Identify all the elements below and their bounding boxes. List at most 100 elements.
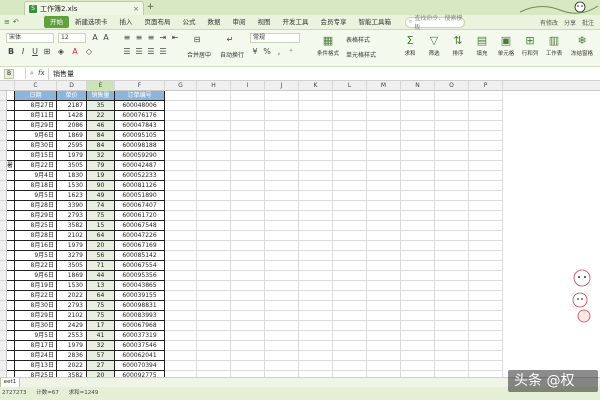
grid-cell[interactable] xyxy=(401,171,435,181)
cell-order[interactable]: 600067554 xyxy=(115,261,165,271)
row-header[interactable] xyxy=(0,351,7,361)
cell-order[interactable]: 600098188 xyxy=(115,141,165,151)
menu-item[interactable]: 插入 xyxy=(114,16,139,28)
grid-cell[interactable] xyxy=(165,331,197,341)
bold-icon[interactable]: B xyxy=(6,47,16,57)
grid-cell[interactable] xyxy=(401,351,435,361)
grid-cell[interactable] xyxy=(435,241,469,251)
column-header-c[interactable]: C xyxy=(15,81,57,91)
column-header-g[interactable]: G xyxy=(165,81,197,91)
cell-order[interactable]: 600042487 xyxy=(115,161,165,171)
grid-cell[interactable] xyxy=(265,151,299,161)
name-box[interactable]: B xyxy=(0,68,26,79)
row-header[interactable] xyxy=(0,171,7,181)
fill-color-icon[interactable]: ◈ xyxy=(56,47,66,57)
cell-order[interactable]: 600037546 xyxy=(115,341,165,351)
grid-cell[interactable] xyxy=(435,221,469,231)
cell-sales[interactable]: 57 xyxy=(87,351,115,361)
cell-price[interactable]: 2102 xyxy=(57,231,87,241)
grid-cell[interactable] xyxy=(401,361,435,371)
grid-cell[interactable] xyxy=(333,101,367,111)
cell-price[interactable]: 2553 xyxy=(57,331,87,341)
cell-date[interactable]: 8月29日 xyxy=(15,311,57,321)
grid-cell[interactable] xyxy=(197,231,231,241)
grid-cell[interactable] xyxy=(197,121,231,131)
outdent-icon[interactable]: ⇤ xyxy=(170,33,180,43)
column-header-d[interactable]: D xyxy=(57,81,87,91)
grid-cell[interactable] xyxy=(367,191,401,201)
app-menu-button[interactable]: ≡ ↶ xyxy=(0,18,44,26)
cell-frag[interactable] xyxy=(7,311,15,321)
grid-cell[interactable] xyxy=(265,251,299,261)
cell-order[interactable]: 600070394 xyxy=(115,361,165,371)
table-header-sales[interactable]: 销售量 xyxy=(87,91,115,101)
cell-sales[interactable]: 56 xyxy=(87,251,115,261)
grid-cell[interactable] xyxy=(333,161,367,171)
cell-date[interactable]: 9月6日 xyxy=(15,271,57,281)
grid-cell[interactable] xyxy=(165,191,197,201)
menu-item[interactable]: 页面布局 xyxy=(139,16,177,28)
align-bottom-icon[interactable]: ≡ xyxy=(146,33,156,43)
table-header-date[interactable]: 日期 xyxy=(15,91,57,101)
grid-cell[interactable] xyxy=(231,141,265,151)
grid-cell[interactable] xyxy=(165,141,197,151)
grid-cell[interactable] xyxy=(469,251,503,261)
grid-cell[interactable] xyxy=(265,101,299,111)
cell-price[interactable]: 2793 xyxy=(57,211,87,221)
row-header[interactable] xyxy=(0,281,7,291)
grid-cell[interactable] xyxy=(333,231,367,241)
cell-frag[interactable] xyxy=(7,301,15,311)
grid-cell[interactable] xyxy=(367,271,401,281)
merge-center-button[interactable]: 合并居中 xyxy=(187,50,211,59)
cell-price[interactable]: 1979 xyxy=(57,341,87,351)
grid-cell[interactable] xyxy=(367,111,401,121)
grid-cell[interactable] xyxy=(231,331,265,341)
grid-cell[interactable] xyxy=(231,291,265,301)
italic-icon[interactable]: I xyxy=(18,47,28,57)
fill-button[interactable]: ▤ 填充 xyxy=(470,32,494,65)
cell-price[interactable]: 3505 xyxy=(57,161,87,171)
grid-cell[interactable] xyxy=(265,271,299,281)
grid-cell[interactable] xyxy=(165,111,197,121)
cell-price[interactable]: 2595 xyxy=(57,141,87,151)
grid-cell[interactable] xyxy=(165,281,197,291)
grid-cell[interactable] xyxy=(469,191,503,201)
grid-cell[interactable] xyxy=(165,291,197,301)
grid-cell[interactable] xyxy=(367,131,401,141)
cell-frag[interactable] xyxy=(7,361,15,371)
cell-price[interactable]: 3505 xyxy=(57,261,87,271)
modified-button[interactable]: 有修改 xyxy=(540,18,558,27)
grid-cell[interactable] xyxy=(401,311,435,321)
spreadsheet-grid[interactable]: CDEFGHIJKLMNOP 日期 单价 销售量 订单编号 8月27日 2187 35 600… xyxy=(0,81,600,377)
grid-cell[interactable] xyxy=(299,301,333,311)
grid-cell[interactable] xyxy=(469,331,503,341)
grid-cell[interactable] xyxy=(197,161,231,171)
grid-cell[interactable] xyxy=(197,111,231,121)
grid-cell[interactable] xyxy=(333,291,367,301)
cell-order[interactable]: 600059290 xyxy=(115,151,165,161)
cell-price[interactable]: 2022 xyxy=(57,291,87,301)
cell-frag[interactable] xyxy=(7,141,15,151)
grid-cell[interactable] xyxy=(231,271,265,281)
grid-cell[interactable] xyxy=(435,161,469,171)
cell-frag[interactable] xyxy=(7,271,15,281)
table-style-button[interactable]: 表格样式 xyxy=(346,35,370,44)
file-tab[interactable]: S 工作簿2.xls × xyxy=(24,1,144,15)
grid-cell[interactable] xyxy=(299,251,333,261)
grid-cell[interactable] xyxy=(299,111,333,121)
cell-price[interactable]: 2793 xyxy=(57,301,87,311)
cell-frag[interactable] xyxy=(7,221,15,231)
row-header[interactable] xyxy=(0,231,7,241)
cell-sales[interactable]: 49 xyxy=(87,191,115,201)
row-column-button[interactable]: ⊞ 行和列 xyxy=(518,32,542,65)
grid-cell[interactable] xyxy=(401,281,435,291)
grid-cell[interactable] xyxy=(165,131,197,141)
grid-cell[interactable] xyxy=(401,201,435,211)
table-header-price[interactable]: 单价 xyxy=(57,91,87,101)
grid-cell[interactable] xyxy=(265,341,299,351)
cell-sales[interactable]: 64 xyxy=(87,231,115,241)
increase-decimal-icon[interactable]: ⁺ xyxy=(286,47,296,57)
grid-cell[interactable] xyxy=(265,121,299,131)
grid-cell[interactable] xyxy=(265,241,299,251)
grid-cell[interactable] xyxy=(401,211,435,221)
